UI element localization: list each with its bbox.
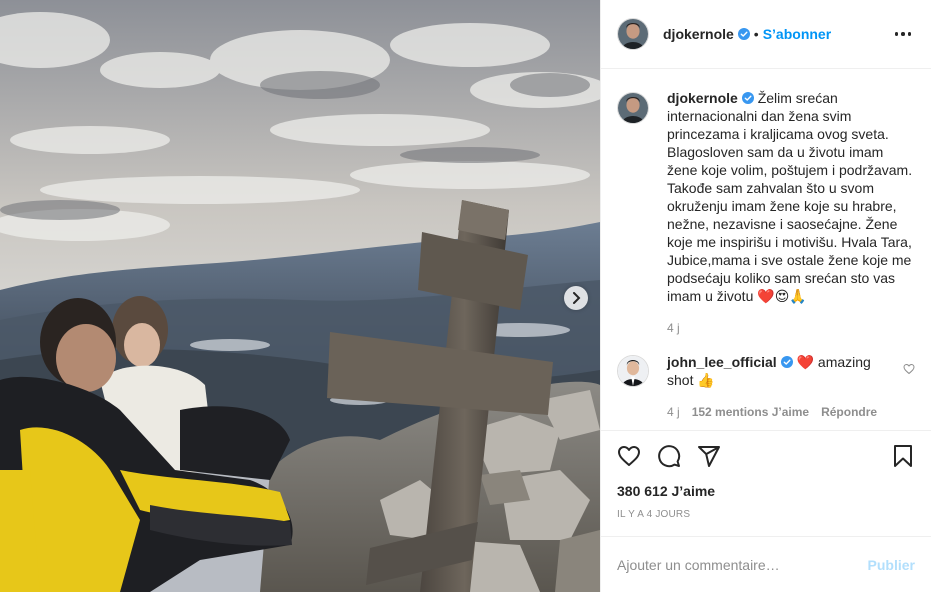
bookmark-icon[interactable] <box>891 444 915 468</box>
comment-meta: 4 j 152 mentions J’aime Répondre <box>667 403 895 421</box>
caption-author-avatar[interactable] <box>617 92 649 124</box>
caption-meta: 4 j <box>667 319 915 337</box>
comment-item: john_lee_official ❤️ amazing shot 👍 4 j … <box>617 353 915 421</box>
next-image-button[interactable] <box>564 286 588 310</box>
comment-input[interactable] <box>617 556 868 573</box>
author-username[interactable]: djokernole <box>663 26 734 42</box>
verified-badge-icon <box>780 356 793 368</box>
praying-hands-emoji: 🙏 <box>789 288 807 304</box>
post-photo[interactable] <box>0 0 600 592</box>
post-header: djokernole • S’abonner <box>601 0 931 69</box>
action-icons <box>617 441 915 471</box>
thumbs-up-emoji: 👍 <box>697 372 715 388</box>
comment-like-icon[interactable] <box>903 363 915 375</box>
author-photo <box>618 19 648 49</box>
comment-icon[interactable] <box>657 444 681 468</box>
add-comment-bar: Publier <box>601 536 931 592</box>
heart-emoji: ❤️ <box>757 288 775 304</box>
verified-badge-icon <box>737 28 750 40</box>
follow-button[interactable]: S’abonner <box>763 26 831 42</box>
comment-time[interactable]: 4 j <box>667 403 680 421</box>
comment-likes[interactable]: 152 mentions J’aime <box>692 403 809 421</box>
comment-heart-emoji: ❤️ <box>796 354 815 370</box>
separator-dot: • <box>753 26 759 42</box>
reply-button[interactable]: Répondre <box>821 403 877 421</box>
commenter-avatar[interactable] <box>617 355 649 387</box>
post-time-ago[interactable]: IL Y A 4 JOURS <box>617 509 915 520</box>
commenter-photo <box>618 356 648 386</box>
comments-section: djokernole Želim srećan internacionalni … <box>601 69 931 430</box>
commenter-username[interactable]: john_lee_official <box>667 354 777 370</box>
heart-icon[interactable] <box>617 444 641 468</box>
caption-username[interactable]: djokernole <box>667 90 738 106</box>
caption-text: Želim srećan internacionalni dan žena sv… <box>667 90 913 304</box>
post-panel: djokernole • S’abonner djokernole Želim … <box>600 0 931 592</box>
chevron-right-icon <box>573 292 581 304</box>
publish-button[interactable]: Publier <box>868 557 915 573</box>
share-icon[interactable] <box>697 444 721 468</box>
caption-author-photo <box>618 93 648 123</box>
caption: djokernole Želim srećan internacionalni … <box>617 85 915 337</box>
instagram-post: djokernole • S’abonner djokernole Želim … <box>0 0 931 592</box>
more-options-icon[interactable] <box>891 28 916 40</box>
caption-time[interactable]: 4 j <box>667 319 680 337</box>
author-avatar[interactable] <box>617 18 649 50</box>
verified-badge-icon <box>741 92 754 104</box>
post-actions: 380 612 J’aime IL Y A 4 JOURS <box>601 430 931 520</box>
heart-eyes-emoji: 😍 <box>774 288 790 304</box>
mountain-photo <box>0 0 600 592</box>
likes-count[interactable]: 380 612 J’aime <box>617 483 915 499</box>
